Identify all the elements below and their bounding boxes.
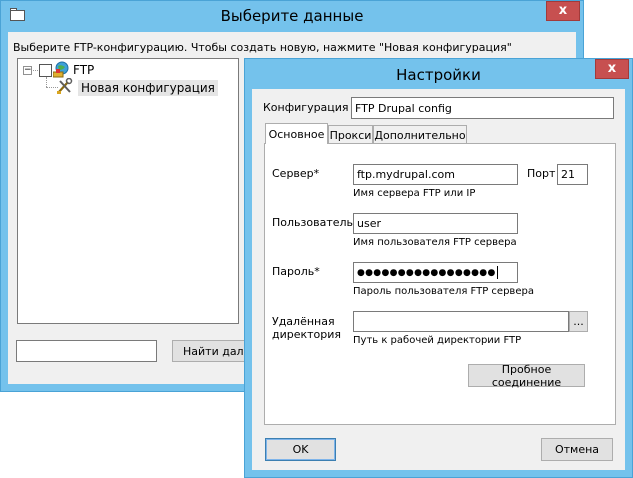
search-input[interactable] xyxy=(16,340,157,362)
config-tree[interactable]: − FTP Новая конфигурация xyxy=(17,58,239,324)
remote-dir-hint: Путь к рабочей директории FTP xyxy=(353,335,522,346)
remote-dir-field[interactable] xyxy=(353,311,569,332)
server-label: Сервер* xyxy=(272,167,320,180)
ok-button[interactable]: OK xyxy=(265,438,336,461)
ftp-globe-icon xyxy=(52,61,69,78)
port-field[interactable]: 21 xyxy=(557,164,588,185)
tab-main-label: Основное xyxy=(268,127,325,141)
user-hint: Имя пользователя FTP сервера xyxy=(353,237,517,248)
remote-dir-label-line2: директория xyxy=(272,328,342,341)
tab-proxy-label: Прокси xyxy=(329,128,372,142)
tab-advanced[interactable]: Дополнительно xyxy=(373,125,467,144)
settings-window: Настройки x Конфигурация FTP Drupal conf… xyxy=(244,58,633,478)
tree-root-label[interactable]: FTP xyxy=(73,63,94,77)
new-config-tools-icon xyxy=(56,77,74,95)
password-hint: Пароль пользователя FTP сервера xyxy=(353,286,534,297)
select-data-title: Выберите данные xyxy=(220,7,364,25)
close-icon: x xyxy=(558,3,568,18)
browse-label: ... xyxy=(573,315,584,328)
remote-dir-label-line1: Удалённая xyxy=(272,315,335,328)
settings-title: Настройки xyxy=(396,66,481,84)
tree-vertical-line xyxy=(46,77,47,87)
cancel-label: Отмена xyxy=(554,443,600,456)
server-field[interactable]: ftp.mydrupal.com xyxy=(353,164,518,185)
port-label: Порт xyxy=(527,167,556,180)
main-tab-panel: Сервер* ftp.mydrupal.com Имя сервера FTP… xyxy=(264,143,616,425)
tab-advanced-label: Дополнительно xyxy=(374,128,466,142)
server-hint: Имя сервера FTP или IP xyxy=(353,188,476,199)
browse-button[interactable]: ... xyxy=(569,311,588,332)
tree-child-label[interactable]: Новая конфигурация xyxy=(78,80,218,96)
tree-expander-icon[interactable]: − xyxy=(23,66,32,75)
ok-label: OK xyxy=(292,443,309,456)
text-caret xyxy=(496,266,498,279)
password-field[interactable]: ●●●●●●●●●●●●●●●●● xyxy=(353,262,518,283)
password-label: Пароль* xyxy=(272,265,320,278)
instruction-text: Выберите FTP-конфигурацию. Чтобы создать… xyxy=(13,41,512,54)
settings-close-button[interactable]: x xyxy=(595,59,629,79)
tree-checkbox[interactable] xyxy=(39,64,52,77)
test-connection-button[interactable]: Пробное соединение xyxy=(468,362,585,389)
tree-connector xyxy=(33,70,38,71)
password-dots: ●●●●●●●●●●●●●●●●● xyxy=(357,267,496,278)
username-field[interactable]: user xyxy=(353,213,518,234)
cancel-button[interactable]: Отмена xyxy=(541,438,613,461)
tab-proxy[interactable]: Прокси xyxy=(328,125,373,144)
test-connection-label: Пробное соединение xyxy=(491,362,562,389)
settings-titlebar[interactable]: Настройки x xyxy=(245,59,632,89)
tab-main[interactable]: Основное xyxy=(265,123,328,144)
user-label: Пользователь* xyxy=(272,216,359,229)
settings-client: Конфигурация FTP Drupal config Основное … xyxy=(252,89,625,470)
close-icon: x xyxy=(607,61,617,76)
select-data-titlebar[interactable]: Выберите данные x xyxy=(1,1,583,31)
select-data-close-button[interactable]: x xyxy=(546,1,580,21)
config-name-field[interactable]: FTP Drupal config xyxy=(351,97,614,119)
config-label: Конфигурация xyxy=(263,101,349,114)
